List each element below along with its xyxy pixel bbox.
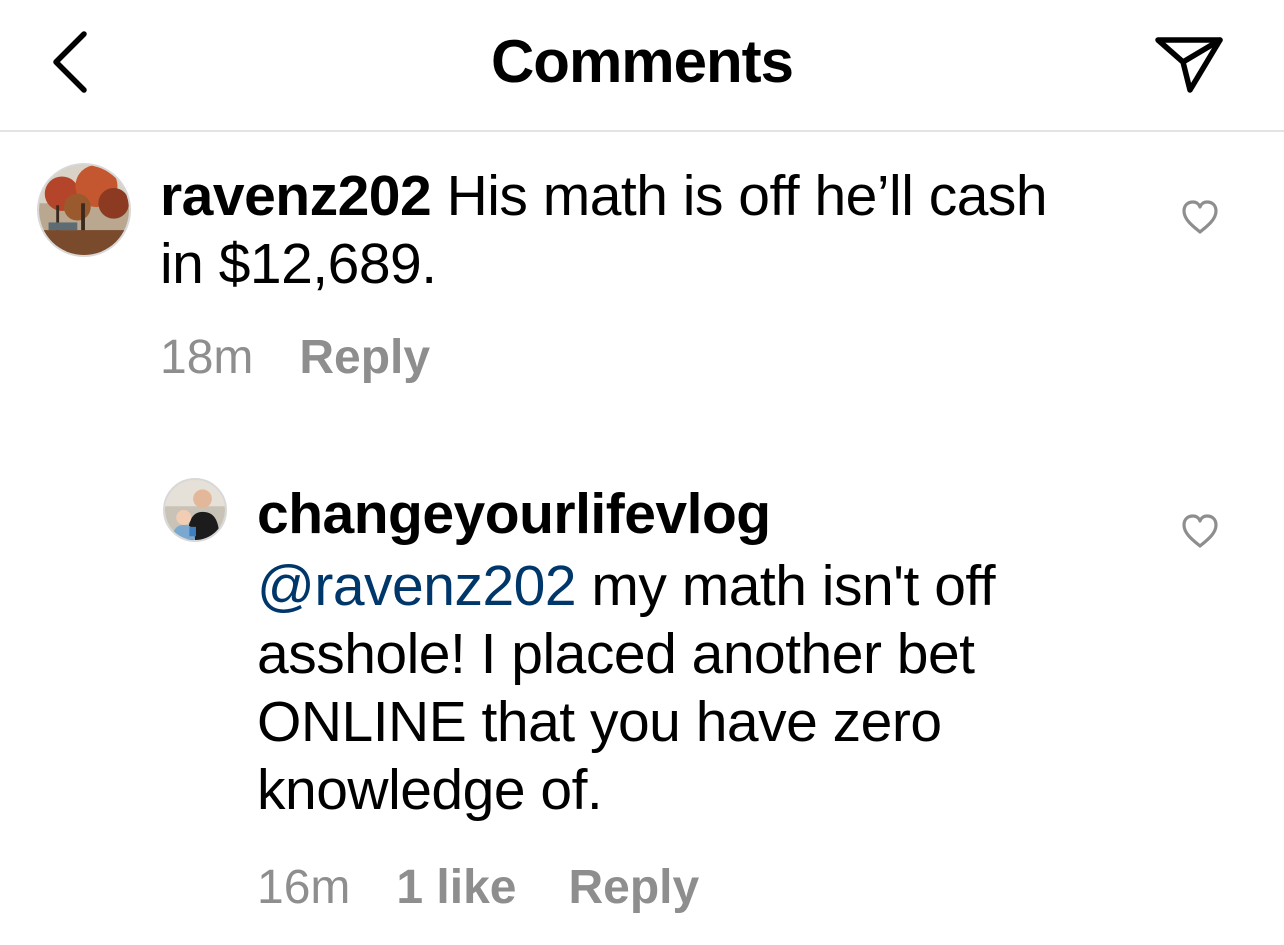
reply-button[interactable]: Reply <box>299 331 430 384</box>
avatar[interactable] <box>163 478 227 542</box>
like-button[interactable] <box>1180 511 1220 551</box>
like-button[interactable] <box>1180 197 1220 237</box>
comment-username[interactable]: changeyourlifevlog <box>257 482 771 546</box>
likes-count[interactable]: 1 like <box>396 861 516 914</box>
share-button[interactable] <box>1148 28 1232 100</box>
heart-outline-icon <box>1182 200 1218 234</box>
avatar-image <box>165 480 225 540</box>
avatar-image <box>39 165 129 255</box>
mention-link[interactable]: @ravenz202 <box>257 554 577 618</box>
comment-time: 18m <box>160 331 254 384</box>
header-bar: Comments <box>0 0 1284 132</box>
avatar[interactable] <box>37 163 131 257</box>
comment-text: changeyourlifevlog @ravenz202 my math is… <box>257 480 1117 824</box>
reply-button[interactable]: Reply <box>568 861 699 914</box>
comment-meta: 18m Reply <box>160 330 430 386</box>
page-title: Comments <box>490 28 794 95</box>
comment-meta: 16m 1 like Reply <box>257 860 699 916</box>
paper-plane-icon <box>1155 37 1223 93</box>
heart-outline-icon <box>1182 514 1218 548</box>
comment-time: 16m <box>257 861 351 914</box>
comment-text: ravenz202 His math is off he’ll cash in … <box>160 162 1080 298</box>
comment-username[interactable]: ravenz202 <box>160 164 432 228</box>
